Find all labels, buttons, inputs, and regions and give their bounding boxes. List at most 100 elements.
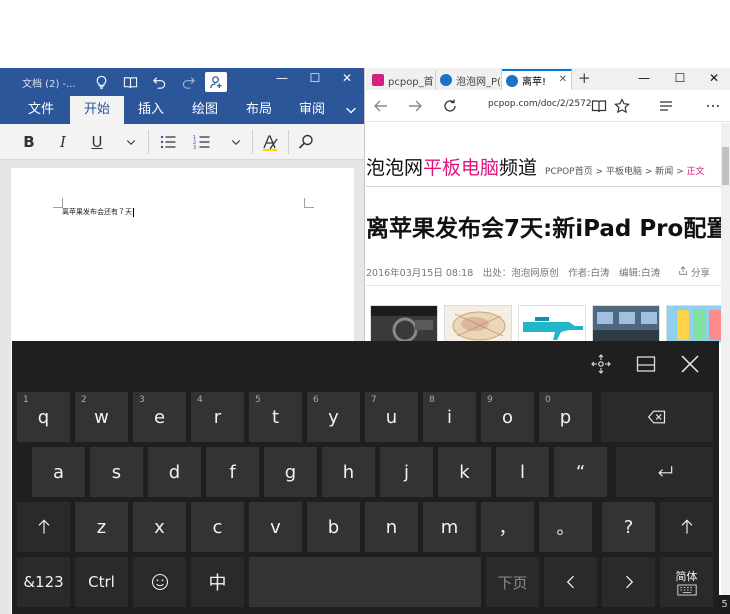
- browser-tab-3-active[interactable]: 离苹! ✕: [502, 69, 572, 90]
- key-shift-right[interactable]: [660, 502, 713, 552]
- edge-minimize-button[interactable]: —: [634, 71, 654, 85]
- underline-button[interactable]: U: [86, 130, 108, 154]
- bullets-list-icon[interactable]: [156, 130, 180, 154]
- underline-dropdown-chevron-icon[interactable]: [121, 130, 141, 154]
- redo-icon[interactable]: [177, 72, 199, 92]
- key-b[interactable]: b: [307, 502, 360, 552]
- site-logo-part-3[interactable]: 频道: [499, 153, 537, 180]
- more-options-icon[interactable]: [702, 96, 724, 116]
- key-period[interactable]: 。: [539, 502, 592, 552]
- new-tab-button[interactable]: +: [578, 69, 591, 87]
- key-enter[interactable]: [616, 447, 713, 497]
- key-e[interactable]: 3e: [133, 392, 186, 442]
- key-question[interactable]: ?: [602, 502, 655, 552]
- key-c[interactable]: c: [191, 502, 244, 552]
- document-body-text[interactable]: 离苹果发布会还有７天: [62, 207, 134, 217]
- key-u[interactable]: 7u: [365, 392, 418, 442]
- keyboard-layout-icon[interactable]: [632, 351, 660, 377]
- thumbnail-car-interior[interactable]: [370, 305, 438, 343]
- key-shift-left[interactable]: [17, 502, 70, 552]
- key-quote[interactable]: “: [554, 447, 607, 497]
- key-y[interactable]: 6y: [307, 392, 360, 442]
- forward-arrow-icon[interactable]: [404, 96, 426, 116]
- key-r[interactable]: 4r: [191, 392, 244, 442]
- hub-menu-icon[interactable]: [655, 96, 677, 116]
- browser-tab-1[interactable]: pcpop_首: [368, 70, 436, 90]
- key-d[interactable]: d: [148, 447, 201, 497]
- key-left-arrow[interactable]: [544, 557, 597, 607]
- key-numbers-symbols[interactable]: &123: [17, 557, 70, 607]
- key-m[interactable]: m: [423, 502, 476, 552]
- tab-layout[interactable]: 布局: [236, 96, 282, 124]
- key-q[interactable]: 1q: [17, 392, 70, 442]
- favorite-star-icon[interactable]: [611, 96, 633, 116]
- key-p[interactable]: 0p: [539, 392, 592, 442]
- refresh-icon[interactable]: [439, 96, 461, 116]
- key-label: i: [446, 406, 452, 428]
- key-space[interactable]: [249, 557, 481, 607]
- site-logo-part-2[interactable]: 平板电脑: [423, 153, 499, 180]
- key-n[interactable]: n: [365, 502, 418, 552]
- word-close-button[interactable]: ✕: [337, 71, 357, 85]
- key-z[interactable]: z: [75, 502, 128, 552]
- keyboard-move-icon[interactable]: [587, 351, 615, 377]
- thumbnail-map[interactable]: [444, 305, 512, 343]
- address-bar[interactable]: pcpop.com/doc/2/2572: [488, 99, 592, 109]
- key-x[interactable]: x: [133, 502, 186, 552]
- tab-draw[interactable]: 绘图: [182, 96, 228, 124]
- browser-tab-2[interactable]: 泡泡网_P(: [436, 70, 502, 90]
- tab-insert[interactable]: 插入: [128, 96, 174, 124]
- tab-home[interactable]: 开始: [70, 96, 124, 124]
- word-maximize-button[interactable]: ☐: [305, 71, 325, 85]
- share-button[interactable]: 分享: [678, 265, 710, 279]
- tab-file[interactable]: 文件: [18, 96, 64, 124]
- key-f[interactable]: f: [206, 447, 259, 497]
- word-minimize-button[interactable]: —: [272, 71, 292, 85]
- search-icon[interactable]: [294, 130, 318, 154]
- site-logo-part-1[interactable]: 泡泡网: [366, 153, 423, 180]
- keyboard-close-icon[interactable]: [676, 351, 704, 377]
- key-i[interactable]: 8i: [423, 392, 476, 442]
- scrollbar-thumb[interactable]: [722, 147, 729, 185]
- key-o[interactable]: 9o: [481, 392, 534, 442]
- key-s[interactable]: s: [90, 447, 143, 497]
- key-v[interactable]: v: [249, 502, 302, 552]
- numbering-dropdown-chevron-icon[interactable]: [226, 130, 246, 154]
- key-j[interactable]: j: [380, 447, 433, 497]
- key-ctrl[interactable]: Ctrl: [75, 557, 128, 607]
- numbering-list-icon[interactable]: 123: [190, 130, 214, 154]
- key-backspace[interactable]: [601, 392, 713, 442]
- tab-review[interactable]: 审阅: [289, 96, 335, 124]
- breadcrumb[interactable]: PCPOP首页 > 平板电脑 > 新闻 > 正文: [545, 164, 704, 177]
- key-keyboard-mode[interactable]: 简体: [660, 557, 713, 607]
- italic-button[interactable]: I: [52, 130, 74, 154]
- thumbnail-office[interactable]: [592, 305, 660, 343]
- key-g[interactable]: g: [264, 447, 317, 497]
- page-scrollbar[interactable]: [721, 123, 730, 614]
- ribbon-collapse-chevron-icon[interactable]: [340, 96, 362, 124]
- key-comma[interactable]: ，: [481, 502, 534, 552]
- close-tab-icon[interactable]: ✕: [559, 74, 567, 85]
- key-k[interactable]: k: [438, 447, 491, 497]
- thumbnail-rifle[interactable]: [518, 305, 586, 343]
- read-mode-book-icon[interactable]: [119, 72, 141, 92]
- key-t[interactable]: 5t: [249, 392, 302, 442]
- reading-view-book-icon[interactable]: [588, 96, 610, 116]
- key-w[interactable]: 2w: [75, 392, 128, 442]
- key-emoji[interactable]: [133, 557, 186, 607]
- key-a[interactable]: a: [32, 447, 85, 497]
- tell-me-lightbulb-icon[interactable]: [90, 72, 112, 92]
- text-highlight-icon[interactable]: [258, 130, 282, 154]
- bold-button[interactable]: B: [18, 130, 40, 154]
- key-h[interactable]: h: [322, 447, 375, 497]
- breadcrumb-path[interactable]: PCPOP首页 > 平板电脑 > 新闻 >: [545, 167, 686, 177]
- edge-close-button[interactable]: ✕: [704, 71, 724, 85]
- key-next-page[interactable]: 下页: [486, 557, 539, 607]
- edge-maximize-button[interactable]: ☐: [670, 71, 690, 85]
- key-right-arrow[interactable]: [602, 557, 655, 607]
- back-arrow-icon[interactable]: [370, 96, 392, 116]
- share-person-icon[interactable]: [205, 72, 227, 92]
- undo-icon[interactable]: [148, 72, 170, 92]
- key-language-toggle[interactable]: 中: [191, 557, 244, 607]
- key-l[interactable]: l: [496, 447, 549, 497]
